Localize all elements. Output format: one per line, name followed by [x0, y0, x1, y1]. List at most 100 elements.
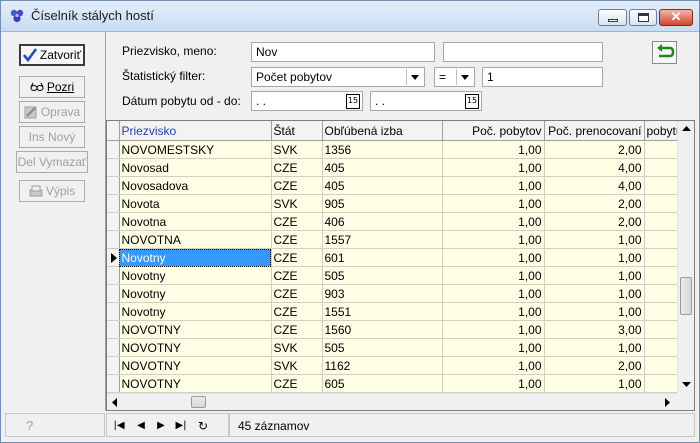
cell-room[interactable]: 905: [322, 194, 443, 213]
scroll-right-icon[interactable]: [665, 398, 671, 407]
previous-record-icon[interactable]: ◀: [133, 419, 149, 433]
vertical-scroll-thumb[interactable]: [680, 277, 692, 315]
cell-room[interactable]: 505: [322, 338, 443, 357]
new-button[interactable]: Ins Nový: [19, 126, 85, 148]
table-row[interactable]: NOVOTNY CZE 605 1,00 1,00: [107, 374, 686, 393]
horizontal-scrollbar[interactable]: [107, 393, 677, 410]
cell-nights[interactable]: 2,00: [544, 356, 645, 375]
title-bar[interactable]: Číselník stálych hostí ✕: [1, 1, 699, 32]
scroll-down-icon[interactable]: [682, 382, 691, 388]
cell-state[interactable]: CZE: [271, 374, 323, 393]
table-row[interactable]: NOVOTNY SVK 505 1,00 1,00: [107, 338, 686, 357]
cell-stays[interactable]: 1,00: [442, 374, 545, 393]
cell-stays[interactable]: 1,00: [442, 230, 545, 249]
column-header-room[interactable]: Obľúbená izba: [322, 121, 443, 141]
cell-stays[interactable]: 1,00: [442, 320, 545, 339]
table-row[interactable]: Novotny CZE 903 1,00 1,00: [107, 284, 686, 303]
cell-surname[interactable]: NOVOTNY: [119, 320, 272, 339]
refresh-icon[interactable]: ↻: [195, 419, 211, 433]
row-indicator[interactable]: [107, 176, 120, 195]
scroll-left-icon[interactable]: [112, 398, 118, 407]
cell-nights[interactable]: 1,00: [544, 338, 645, 357]
column-header-surname[interactable]: Priezvisko: [119, 121, 272, 141]
table-row[interactable]: NOVOTNA CZE 1557 1,00 1,00: [107, 230, 686, 249]
refresh-button[interactable]: [652, 41, 677, 64]
chevron-down-icon[interactable]: [456, 69, 473, 85]
cell-nights[interactable]: 4,00: [544, 158, 645, 177]
row-indicator[interactable]: [107, 338, 120, 357]
cell-surname[interactable]: Novosad: [119, 158, 272, 177]
cell-state[interactable]: CZE: [271, 266, 323, 285]
stat-filter-select[interactable]: Počet pobytov: [251, 67, 425, 87]
row-indicator[interactable]: [107, 140, 120, 159]
row-indicator[interactable]: [107, 284, 120, 303]
close-window-button[interactable]: ✕: [659, 9, 693, 26]
row-indicator[interactable]: [107, 212, 120, 231]
cell-state[interactable]: CZE: [271, 158, 323, 177]
cell-room[interactable]: 1162: [322, 356, 443, 375]
cell-stays[interactable]: 1,00: [442, 248, 545, 267]
table-row[interactable]: Novota SVK 905 1,00 2,00: [107, 194, 686, 213]
cell-state[interactable]: CZE: [271, 176, 323, 195]
calendar-icon[interactable]: 15: [465, 94, 479, 109]
last-record-icon[interactable]: ▶|: [173, 419, 189, 433]
cell-nights[interactable]: 2,00: [544, 194, 645, 213]
close-button[interactable]: Zatvoriť: [19, 44, 85, 66]
cell-state[interactable]: SVK: [271, 338, 323, 357]
cell-surname[interactable]: Novosadova: [119, 176, 272, 195]
cell-state[interactable]: SVK: [271, 140, 323, 159]
cell-stays[interactable]: 1,00: [442, 212, 545, 231]
next-record-icon[interactable]: ▶: [153, 419, 169, 433]
cell-nights[interactable]: 1,00: [544, 266, 645, 285]
table-row[interactable]: NOVOMESTSKY SVK 1356 1,00 2,00: [107, 140, 686, 159]
cell-stays[interactable]: 1,00: [442, 284, 545, 303]
cell-surname[interactable]: Novotny: [119, 284, 272, 303]
row-indicator[interactable]: [107, 194, 120, 213]
horizontal-scroll-thumb[interactable]: [191, 396, 206, 408]
cell-state[interactable]: SVK: [271, 356, 323, 375]
cell-state[interactable]: CZE: [271, 230, 323, 249]
column-header-nights[interactable]: Poč. prenocovaní: [544, 121, 645, 141]
cell-room[interactable]: 1560: [322, 320, 443, 339]
cell-nights[interactable]: 4,00: [544, 176, 645, 195]
cell-surname[interactable]: NOVOTNY: [119, 374, 272, 393]
date-from-input[interactable]: . . 15: [251, 91, 363, 111]
cell-room[interactable]: 1551: [322, 302, 443, 321]
help-icon[interactable]: ?: [26, 418, 33, 433]
row-indicator[interactable]: [107, 248, 120, 267]
operator-select[interactable]: =: [434, 67, 475, 87]
cell-stays[interactable]: 1,00: [442, 302, 545, 321]
row-indicator[interactable]: [107, 320, 120, 339]
cell-surname[interactable]: NOVOTNY: [119, 338, 272, 357]
cell-stays[interactable]: 1,00: [442, 158, 545, 177]
cell-room[interactable]: 505: [322, 266, 443, 285]
cell-state[interactable]: CZE: [271, 302, 323, 321]
cell-room[interactable]: 1356: [322, 140, 443, 159]
cell-state[interactable]: CZE: [271, 212, 323, 231]
cell-room[interactable]: 601: [322, 248, 443, 267]
chevron-down-icon[interactable]: [406, 69, 423, 85]
maximize-button[interactable]: [629, 9, 657, 26]
cell-stays[interactable]: 1,00: [442, 176, 545, 195]
cell-stays[interactable]: 1,00: [442, 266, 545, 285]
name-input[interactable]: Nov: [251, 42, 435, 62]
stat-value-input[interactable]: 1: [482, 67, 603, 87]
cell-nights[interactable]: 2,00: [544, 212, 645, 231]
first-record-icon[interactable]: |◀: [111, 419, 127, 433]
cell-room[interactable]: 406: [322, 212, 443, 231]
cell-nights[interactable]: 1,00: [544, 302, 645, 321]
table-row[interactable]: Novotna CZE 406 1,00 2,00: [107, 212, 686, 231]
cell-nights[interactable]: 1,00: [544, 374, 645, 393]
cell-state[interactable]: SVK: [271, 194, 323, 213]
cell-nights[interactable]: 2,00: [544, 140, 645, 159]
table-row[interactable]: Novosadova CZE 405 1,00 4,00: [107, 176, 686, 195]
first-name-input[interactable]: [443, 42, 603, 62]
table-row[interactable]: Novotny CZE 505 1,00 1,00: [107, 266, 686, 285]
cell-state[interactable]: CZE: [271, 320, 323, 339]
cell-surname[interactable]: NOVOTNY: [119, 356, 272, 375]
cell-room[interactable]: 405: [322, 158, 443, 177]
cell-room[interactable]: 1557: [322, 230, 443, 249]
column-header-stays[interactable]: Poč. pobytov: [442, 121, 545, 141]
delete-button[interactable]: Del Vymazať: [16, 151, 88, 173]
table-row[interactable]: Novosad CZE 405 1,00 4,00: [107, 158, 686, 177]
